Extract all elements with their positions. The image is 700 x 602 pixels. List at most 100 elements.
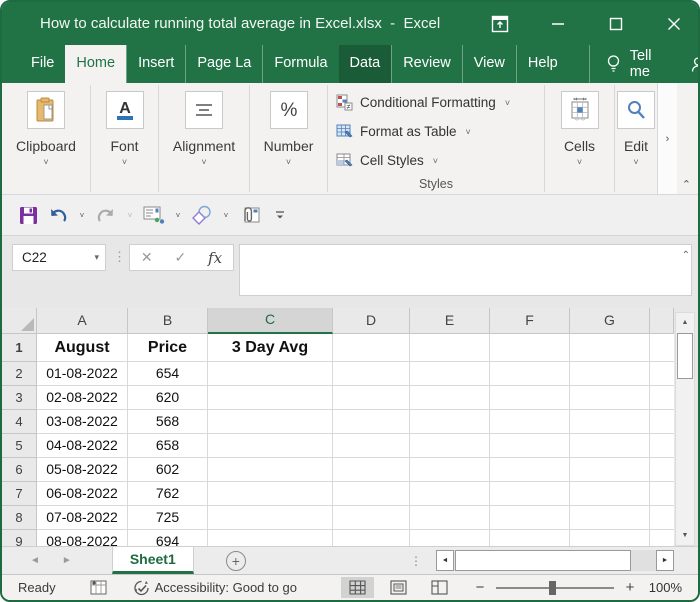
formula-bar-input[interactable] [239, 244, 692, 296]
cell-G4[interactable] [570, 410, 650, 434]
zoom-slider[interactable] [496, 580, 614, 596]
undo-dropdown-icon[interactable]: ˅ [76, 211, 88, 220]
cell-F4[interactable] [490, 410, 570, 434]
minimize-icon[interactable] [544, 10, 572, 38]
horizontal-scrollbar-track[interactable] [631, 550, 656, 571]
cell-G9[interactable] [570, 530, 650, 546]
row-header-2[interactable]: 2 [2, 362, 37, 386]
row-header-7[interactable]: 7 [2, 482, 37, 506]
redo-icon[interactable] [94, 202, 118, 228]
cell-D5[interactable] [333, 434, 410, 458]
cell-A1[interactable]: August [37, 334, 128, 362]
cell-A9[interactable]: 08-08-2022 [37, 530, 128, 546]
cell-D9[interactable] [333, 530, 410, 546]
tab-review[interactable]: Review [391, 45, 462, 83]
cell-G1[interactable] [570, 334, 650, 362]
cell-A5[interactable]: 04-08-2022 [37, 434, 128, 458]
cell-B5[interactable]: 658 [128, 434, 208, 458]
cell-B6[interactable]: 602 [128, 458, 208, 482]
tab-insert[interactable]: Insert [126, 45, 185, 83]
name-box-dropdown-icon[interactable]: ▾ [94, 252, 99, 263]
tab-formula[interactable]: Formula [262, 45, 338, 83]
ribbon-display-options-icon[interactable] [486, 10, 514, 38]
row-header-5[interactable]: 5 [2, 434, 37, 458]
select-all-button[interactable] [2, 308, 37, 334]
cell-F8[interactable] [490, 506, 570, 530]
maximize-icon[interactable] [602, 10, 630, 38]
vertical-scrollbar-track[interactable] [676, 380, 694, 526]
cell-G5[interactable] [570, 434, 650, 458]
column-header-e[interactable]: E [410, 308, 490, 334]
tab-data[interactable]: Data [339, 45, 392, 83]
row-header-8[interactable]: 8 [2, 506, 37, 530]
shapes-dropdown-icon[interactable]: ˅ [220, 211, 232, 220]
cell-E6[interactable] [410, 458, 490, 482]
save-icon[interactable] [16, 202, 40, 228]
cell-A8[interactable]: 07-08-2022 [37, 506, 128, 530]
tab-page-la[interactable]: Page La [185, 45, 262, 83]
cell-E4[interactable] [410, 410, 490, 434]
cell-C2[interactable] [208, 362, 333, 386]
cell-A2[interactable]: 01-08-2022 [37, 362, 128, 386]
undo-icon[interactable] [46, 202, 70, 228]
collapse-formula-bar-icon[interactable]: ⌃ [682, 250, 690, 261]
insert-function-icon[interactable]: fx [208, 249, 222, 267]
cell-G3[interactable] [570, 386, 650, 410]
redo-dropdown-icon[interactable]: ˅ [124, 211, 136, 220]
column-header-c[interactable]: C [208, 308, 333, 334]
zoom-slider-thumb[interactable] [549, 581, 556, 595]
cancel-icon[interactable]: ✕ [141, 249, 153, 266]
cell-F3[interactable] [490, 386, 570, 410]
cell-C1[interactable]: 3 Day Avg [208, 334, 333, 362]
cell-B3[interactable]: 620 [128, 386, 208, 410]
cell-F9[interactable] [490, 530, 570, 546]
cell-F5[interactable] [490, 434, 570, 458]
cell-B1[interactable]: Price [128, 334, 208, 362]
sheetbar-resize-dots-icon[interactable]: ⋮ [410, 554, 422, 568]
cell-G7[interactable] [570, 482, 650, 506]
zoom-in-icon[interactable]: + [624, 579, 636, 596]
share-button[interactable]: Share [690, 45, 700, 83]
cell-styles-button[interactable]: Cell Styles ˅ [336, 146, 544, 175]
tab-file[interactable]: File [20, 45, 65, 83]
cell-C6[interactable] [208, 458, 333, 482]
cell-D7[interactable] [333, 482, 410, 506]
alignment-group[interactable]: Alignment ˅ [159, 83, 249, 194]
clipboard-group[interactable]: Clipboard ˅ [2, 83, 90, 194]
name-box[interactable]: C22 ▾ [12, 244, 106, 271]
zoom-out-icon[interactable]: − [474, 579, 486, 596]
tab-help[interactable]: Help [516, 45, 569, 83]
cell-A6[interactable]: 05-08-2022 [37, 458, 128, 482]
column-header-a[interactable]: A [37, 308, 128, 334]
cell-D4[interactable] [333, 410, 410, 434]
sheet-tab-sheet1[interactable]: Sheet1 [112, 547, 194, 574]
row-header-3[interactable]: 3 [2, 386, 37, 410]
column-header-d[interactable]: D [333, 308, 410, 334]
ribbon-scroll-right-icon[interactable]: › [657, 83, 677, 194]
tab-home[interactable]: Home [65, 45, 126, 83]
sheet-nav-left-icon[interactable]: ◄ [30, 555, 40, 566]
cell-E8[interactable] [410, 506, 490, 530]
page-layout-view-icon[interactable] [382, 577, 415, 598]
cell-C3[interactable] [208, 386, 333, 410]
close-icon[interactable] [660, 10, 688, 38]
column-header-b[interactable]: B [128, 308, 208, 334]
cell-B2[interactable]: 654 [128, 362, 208, 386]
cell-E2[interactable] [410, 362, 490, 386]
format-as-table-button[interactable]: Format as Table ˅ [336, 117, 544, 146]
cell-E9[interactable] [410, 530, 490, 546]
cell-D2[interactable] [333, 362, 410, 386]
sheet-nav-right-icon[interactable]: ► [62, 555, 72, 566]
cell-E7[interactable] [410, 482, 490, 506]
cell-D6[interactable] [333, 458, 410, 482]
tell-me-group[interactable]: Tell me [589, 45, 652, 83]
collapse-ribbon-icon[interactable]: ⌃ [682, 178, 691, 191]
cells-group[interactable]: Cells ˅ [545, 83, 614, 194]
cell-A4[interactable]: 03-08-2022 [37, 410, 128, 434]
cell-F2[interactable] [490, 362, 570, 386]
contacts-card-icon[interactable] [142, 202, 166, 228]
contacts-dropdown-icon[interactable]: ˅ [172, 211, 184, 220]
cell-E3[interactable] [410, 386, 490, 410]
cell-A7[interactable]: 06-08-2022 [37, 482, 128, 506]
row-header-9[interactable]: 9 [2, 530, 37, 546]
